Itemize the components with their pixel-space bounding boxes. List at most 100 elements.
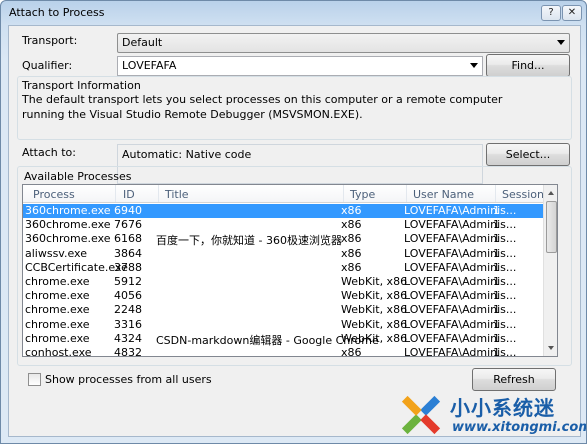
- find-button[interactable]: Find...: [486, 54, 570, 77]
- cell-session: 1: [493, 317, 500, 331]
- cell-process: 360chrome.exe: [25, 232, 111, 246]
- scroll-thumb[interactable]: [546, 201, 557, 253]
- column-divider[interactable]: [115, 185, 116, 202]
- table-row[interactable]: chrome.exe 3316 WebKit, x86 LOVEFAFA\Admini…: [23, 318, 543, 332]
- cell-session: 1: [493, 275, 500, 288]
- cell-id: 6940: [114, 204, 142, 217]
- cell-type: WebKit, x86: [341, 317, 408, 331]
- close-button[interactable]: ✕: [562, 5, 582, 21]
- transport-info-text: The default transport lets you select pr…: [22, 93, 503, 121]
- cell-process: aliwssv.exe: [25, 246, 87, 260]
- cell-session: 1: [493, 260, 500, 274]
- select-button[interactable]: Select...: [486, 143, 570, 166]
- cell-session: 1: [493, 218, 500, 232]
- column-divider[interactable]: [158, 185, 159, 202]
- cell-process: 360chrome.exe: [25, 204, 111, 217]
- transport-value: Default: [122, 36, 163, 49]
- table-row[interactable]: conhost.exe 4832 x86 LOVEFAFA\Adminis... 1: [23, 346, 543, 357]
- column-divider[interactable]: [406, 185, 407, 202]
- cell-process: chrome.exe: [25, 303, 90, 317]
- cell-process: chrome.exe: [25, 275, 90, 288]
- cell-id: 5912: [114, 275, 142, 288]
- scroll-up-button[interactable]: [545, 186, 557, 200]
- table-row[interactable]: chrome.exe 2248 WebKit, x86 LOVEFAFA\Admini…: [23, 303, 543, 317]
- cell-type: x86: [341, 204, 362, 217]
- cell-type: x86: [341, 346, 362, 357]
- cell-id: 4832: [114, 346, 142, 357]
- cell-id: 2248: [114, 303, 142, 317]
- watermark-text: 小小系统迷: [450, 396, 555, 420]
- available-processes-label: Available Processes: [24, 170, 132, 183]
- column-type[interactable]: Type: [350, 188, 375, 201]
- cell-session: 1: [493, 232, 500, 246]
- title-bar: Attach to Process ? ✕: [1, 1, 586, 25]
- cell-type: WebKit, x86: [341, 289, 408, 303]
- watermark-url: www.xitongmi.com: [452, 420, 587, 435]
- cell-session: 1: [493, 303, 500, 317]
- table-row[interactable]: chrome.exe 5912 WebKit, x86 LOVEFAFA\Admini…: [23, 275, 543, 289]
- cell-session: 1: [493, 289, 500, 303]
- cell-type: x86: [341, 260, 362, 274]
- table-row[interactable]: chrome.exe 4324 CSDN-markdown编辑器 - Google …: [23, 331, 543, 347]
- arrow-down-icon: [548, 346, 554, 350]
- cell-type: x86: [341, 218, 362, 232]
- attach-to-process-dialog: Attach to Process ? ✕ Transport: Default…: [0, 0, 587, 444]
- cell-id: 3788: [114, 260, 142, 274]
- process-list[interactable]: Process ID Title Type User Name Session …: [22, 184, 558, 357]
- table-row[interactable]: 360chrome.exe 6940 x86 LOVEFAFA\Adminis... 1: [23, 204, 543, 218]
- cell-session: 1: [493, 346, 500, 357]
- dialog-body: Transport: Default Qualifier: LOVEFAFA F…: [8, 25, 581, 437]
- cell-session: 1: [493, 331, 500, 345]
- attach-to-value: Automatic: Native code: [122, 148, 252, 161]
- site-watermark: 小小系统迷 www.xitongmi.com: [396, 388, 586, 443]
- cell-type: x86: [341, 246, 362, 260]
- cell-type: WebKit, x86: [341, 331, 408, 345]
- cell-type: WebKit, x86: [341, 303, 408, 317]
- cell-process: chrome.exe: [25, 317, 90, 331]
- table-row[interactable]: aliwssv.exe 3864 x86 LOVEFAFA\Adminis... 1: [23, 247, 543, 261]
- scroll-down-button[interactable]: [545, 341, 557, 355]
- window-title: Attach to Process: [9, 6, 105, 19]
- cell-process: chrome.exe: [25, 289, 90, 303]
- column-id[interactable]: ID: [123, 188, 135, 201]
- help-button[interactable]: ?: [541, 5, 561, 21]
- qualifier-input[interactable]: LOVEFAFA: [117, 56, 483, 76]
- process-list-header: Process ID Title Type User Name Session: [23, 185, 544, 203]
- table-row[interactable]: 360chrome.exe 6168 百度一下，你就知道 - 360极速浏览器 x86…: [23, 232, 543, 247]
- column-divider[interactable]: [343, 185, 344, 202]
- column-divider[interactable]: [495, 185, 496, 202]
- column-user-name[interactable]: User Name: [413, 188, 474, 201]
- attach-to-label: Attach to:: [22, 146, 76, 159]
- cell-type: x86: [341, 232, 362, 246]
- qualifier-label: Qualifier:: [22, 59, 73, 72]
- table-row[interactable]: 360chrome.exe 7676 x86 LOVEFAFA\Adminis... 1: [23, 218, 543, 232]
- chevron-down-icon: [557, 40, 565, 45]
- cell-session: 1: [493, 246, 500, 260]
- cell-id: 3316: [114, 317, 142, 331]
- show-all-users-checkbox[interactable]: [28, 373, 41, 386]
- cell-id: 6168: [114, 232, 142, 246]
- vertical-scrollbar[interactable]: [543, 185, 557, 356]
- cell-process: CCBCertificate.exe: [25, 260, 128, 274]
- cell-process: 360chrome.exe: [25, 218, 111, 232]
- cell-type: WebKit, x86: [341, 275, 408, 288]
- show-all-users-label[interactable]: Show processes from all users: [45, 373, 212, 386]
- column-process[interactable]: Process: [33, 188, 75, 201]
- column-session[interactable]: Session: [502, 188, 544, 201]
- column-title[interactable]: Title: [165, 188, 189, 201]
- cell-process: conhost.exe: [25, 346, 92, 357]
- cell-id: 4324: [114, 331, 142, 345]
- cell-id: 7676: [114, 218, 142, 232]
- cell-id: 3864: [114, 246, 142, 260]
- transport-info-title: Transport Information: [22, 79, 141, 92]
- cell-id: 4056: [114, 289, 142, 303]
- x-logo-icon: [401, 395, 441, 435]
- cell-session: 1: [493, 204, 500, 217]
- arrow-up-icon: [548, 191, 554, 195]
- cell-process: chrome.exe: [25, 331, 90, 345]
- transport-dropdown[interactable]: Default: [117, 33, 570, 53]
- table-row[interactable]: chrome.exe 4056 WebKit, x86 LOVEFAFA\Admini…: [23, 289, 543, 303]
- transport-label: Transport:: [22, 34, 78, 47]
- chevron-down-icon: [470, 63, 478, 68]
- table-row[interactable]: CCBCertificate.exe 3788 x86 LOVEFAFA\Admini…: [23, 261, 543, 275]
